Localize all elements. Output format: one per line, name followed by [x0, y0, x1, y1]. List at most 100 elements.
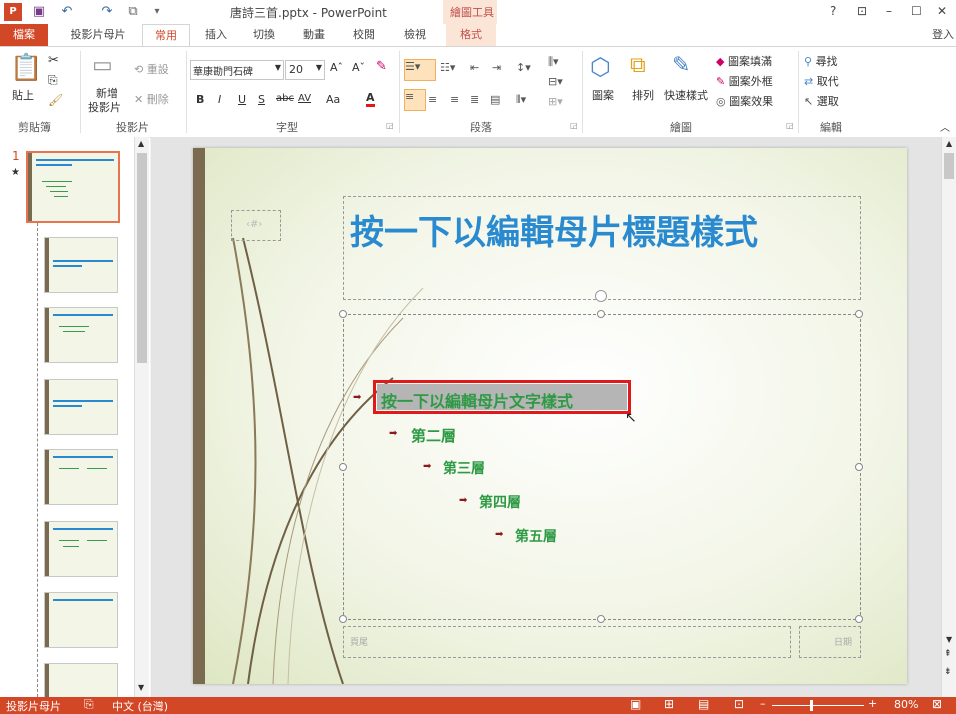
tab-file[interactable]: 檔案 — [0, 24, 48, 46]
distributed-icon[interactable]: ▤ — [490, 93, 500, 106]
italic-button[interactable]: I — [218, 93, 221, 106]
zoom-in-icon[interactable]: + — [868, 697, 877, 710]
slide-number-placeholder[interactable]: ‹#› — [231, 210, 281, 241]
scroll-down-icon[interactable]: ▼ — [138, 683, 144, 692]
shrink-font-icon[interactable]: Aˇ — [352, 61, 365, 74]
body-level-1[interactable]: 按一下以編輯母片文字樣式 — [381, 388, 573, 412]
shape-effects-button[interactable]: ◎ 圖案效果 — [716, 93, 773, 109]
reading-view-icon[interactable]: ▤ — [698, 697, 709, 711]
thumbnail-layout-5[interactable] — [44, 521, 118, 577]
save-icon[interactable]: ▣ — [30, 3, 48, 21]
next-slide-icon[interactable]: ⇟ — [944, 667, 952, 677]
scroll-up-icon[interactable]: ▲ — [138, 139, 144, 148]
arrange-button[interactable]: 排列 — [632, 87, 654, 103]
editor-scrollbar[interactable]: ▲ ▼ ⇞ ⇟ — [941, 137, 956, 697]
pane-scroll-thumb[interactable] — [137, 153, 147, 363]
new-slide-label-2[interactable]: 投影片 — [88, 99, 121, 115]
paste-icon[interactable]: 📋 — [10, 53, 42, 83]
zoom-level[interactable]: 80% — [894, 698, 918, 711]
login-link[interactable]: 登入 — [930, 24, 956, 46]
align-right-icon[interactable]: ≡ — [450, 93, 459, 106]
thumbnail-layout-2[interactable] — [44, 307, 118, 363]
font-name-select[interactable]: 華康勘門石碑 ▼ — [190, 60, 284, 80]
previous-slide-icon[interactable]: ⇞ — [944, 649, 952, 659]
ribbon-display-options-icon[interactable]: ⊡ — [857, 4, 867, 18]
body-level-2[interactable]: 第二層 — [411, 425, 456, 446]
footer-placeholder[interactable]: 頁尾 — [343, 626, 791, 658]
reset-button[interactable]: ⟲ 重設 — [134, 61, 169, 77]
title-placeholder[interactable]: 按一下以編輯母片標題樣式 — [343, 196, 861, 300]
body-level-5[interactable]: 第五層 — [515, 526, 557, 546]
shapes-icon[interactable]: ⬡ — [590, 53, 611, 81]
shadow-button[interactable]: S — [258, 93, 265, 106]
date-placeholder[interactable]: 日期 — [799, 626, 861, 658]
normal-view-icon[interactable]: ▣ — [630, 697, 641, 711]
resize-handle[interactable] — [339, 463, 347, 471]
tab-review[interactable]: 校閱 — [344, 24, 384, 46]
paste-button[interactable]: 貼上 — [12, 87, 34, 103]
cut-icon[interactable]: ✂ — [48, 53, 59, 68]
char-spacing-button[interactable]: AV — [298, 93, 311, 104]
zoom-out-icon[interactable]: – — [760, 697, 766, 710]
numbering-icon[interactable]: ☷▾ — [440, 61, 455, 74]
shape-outline-button[interactable]: ✎ 圖案外框 — [716, 73, 773, 89]
thumbnail-layout-1[interactable] — [44, 237, 118, 293]
columns-icon[interactable]: ⫴▾ — [516, 93, 526, 107]
rotate-handle-icon[interactable] — [595, 290, 607, 302]
replace-button[interactable]: ⇄ 取代 — [804, 73, 839, 89]
zoom-slider-thumb[interactable] — [810, 700, 813, 711]
tab-format[interactable]: 格式 — [446, 24, 496, 46]
text-direction-icon[interactable]: ⫼▾ — [548, 55, 559, 69]
smartart-icon[interactable]: ⊞▾ — [548, 95, 563, 108]
pane-scrollbar[interactable]: ▲ ▼ — [134, 137, 149, 697]
body-placeholder[interactable] — [343, 314, 861, 620]
collapse-ribbon-icon[interactable]: ︿ — [940, 119, 950, 134]
new-slide-icon[interactable]: ▭ — [92, 53, 113, 78]
tab-home[interactable]: 常用 — [142, 24, 190, 47]
align-center-icon[interactable]: ≡ — [428, 93, 437, 106]
tab-slide-master[interactable]: 投影片母片 — [62, 24, 134, 46]
slide-title[interactable]: 按一下以編輯母片標題樣式 — [350, 205, 758, 254]
slide-canvas[interactable]: ‹#› 按一下以編輯母片標題樣式 ➡ 按一下以編輯母片文字樣式 ↖ ➡ 第二層 … — [193, 148, 907, 684]
maximize-button[interactable]: ☐ — [911, 4, 922, 18]
strikethrough-button[interactable]: abc — [276, 93, 294, 104]
change-case-button[interactable]: Aa — [326, 93, 340, 106]
language-label[interactable]: 中文 (台灣) — [112, 698, 168, 714]
thumbnail-layout-4[interactable] — [44, 449, 118, 505]
slide-sorter-icon[interactable]: ⊞ — [664, 697, 674, 711]
quick-styles-button[interactable]: 快速樣式 — [664, 87, 708, 103]
font-color-button[interactable]: A — [366, 91, 375, 107]
editor-scroll-thumb[interactable] — [944, 153, 954, 179]
dialog-launcher-icon[interactable]: ◲ — [386, 121, 394, 130]
dialog-launcher-icon[interactable]: ◲ — [570, 121, 578, 130]
tab-view[interactable]: 檢視 — [395, 24, 435, 46]
clear-formatting-icon[interactable]: ✎ — [376, 59, 387, 74]
scroll-up-icon[interactable]: ▲ — [946, 139, 952, 148]
dialog-launcher-icon[interactable]: ◲ — [786, 121, 794, 130]
slideshow-icon[interactable]: ⊡ — [734, 697, 744, 711]
thumbnail-layout-7[interactable] — [44, 663, 118, 699]
justify-icon[interactable]: ≣ — [470, 93, 479, 106]
font-size-select[interactable]: 20 ▼ — [285, 60, 325, 80]
grow-font-icon[interactable]: Aˆ — [330, 61, 343, 74]
undo-icon[interactable]: ↶ — [58, 3, 76, 21]
zoom-slider[interactable] — [772, 705, 864, 706]
format-painter-icon[interactable]: 🖌 — [48, 93, 63, 107]
bold-button[interactable]: B — [196, 93, 204, 106]
tab-animations[interactable]: 動畫 — [294, 24, 334, 46]
line-spacing-icon[interactable]: ↕▾ — [516, 61, 531, 74]
select-button[interactable]: ↖ 選取 — [804, 93, 839, 109]
thumbnail-layout-3[interactable] — [44, 379, 118, 435]
resize-handle[interactable] — [855, 310, 863, 318]
tab-insert[interactable]: 插入 — [196, 24, 236, 46]
customize-qat-icon[interactable]: ▾ — [148, 3, 166, 21]
thumbnail-master[interactable] — [26, 151, 120, 223]
find-button[interactable]: ⚲ 尋找 — [804, 53, 838, 69]
redo-icon[interactable]: ↷ — [98, 3, 116, 21]
copy-icon[interactable]: ⎘ — [48, 73, 58, 88]
resize-handle[interactable] — [597, 615, 605, 623]
resize-handle[interactable] — [855, 615, 863, 623]
tab-transitions[interactable]: 切換 — [244, 24, 284, 46]
shape-fill-button[interactable]: ◆ 圖案填滿 — [716, 53, 772, 69]
delete-slide-button[interactable]: ✕ 刪除 — [134, 91, 169, 107]
